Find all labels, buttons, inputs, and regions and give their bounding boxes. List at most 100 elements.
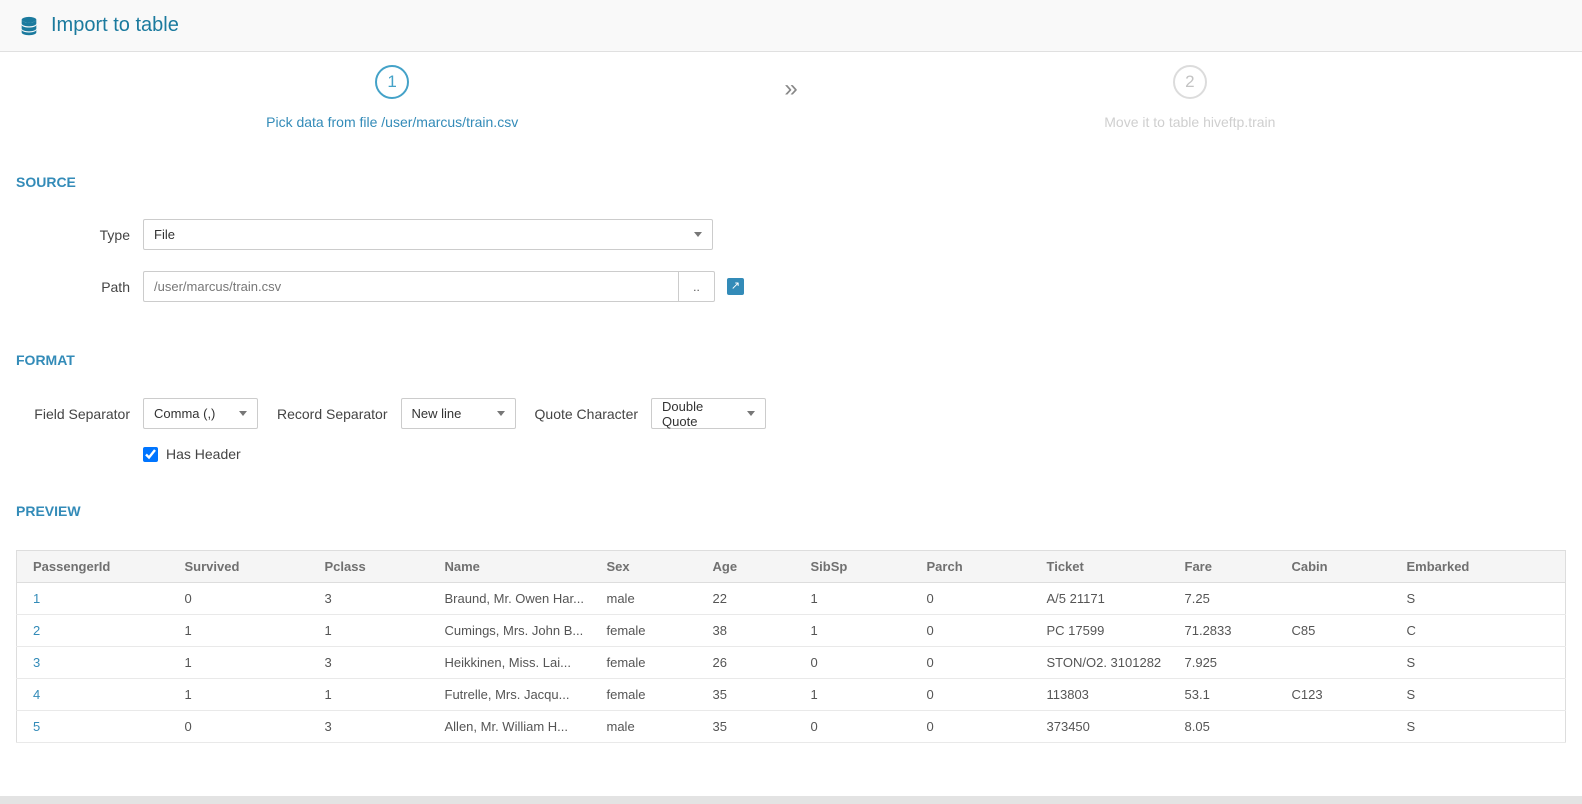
column-header: Pclass — [314, 550, 435, 583]
table-cell: Heikkinen, Miss. Lai... — [434, 646, 597, 679]
has-header-checkbox[interactable] — [143, 446, 158, 462]
table-cell: 4 — [16, 678, 175, 711]
table-cell: 1 — [16, 582, 175, 615]
field-separator-value: Comma (,) — [154, 406, 216, 421]
double-chevron-icon: » — [784, 75, 798, 102]
wizard-step-2[interactable]: 2 Move it to table hiveftp.train — [798, 65, 1582, 130]
table-cell: 0 — [916, 582, 1037, 615]
table-cell: Cumings, Mrs. John B... — [434, 614, 597, 647]
wizard-step-1[interactable]: 1 Pick data from file /user/marcus/train… — [0, 65, 784, 130]
table-cell: 35 — [702, 710, 801, 743]
column-header: Age — [702, 550, 801, 583]
table-cell: 53.1 — [1174, 678, 1282, 711]
wizard-steps: 1 Pick data from file /user/marcus/train… — [0, 52, 1582, 130]
table-cell: 2 — [16, 614, 175, 647]
quote-character-label: Quote Character — [534, 405, 639, 422]
table-cell: 3 — [314, 646, 435, 679]
caret-down-icon — [694, 232, 702, 237]
table-cell: 1 — [174, 678, 315, 711]
open-in-filebrowser-icon[interactable]: ↗ — [727, 278, 744, 295]
table-cell — [1281, 710, 1397, 743]
table-cell: female — [596, 646, 703, 679]
table-cell: A/5 21171 — [1036, 582, 1175, 615]
table-cell: 1 — [314, 678, 435, 711]
caret-down-icon — [239, 411, 247, 416]
table-cell: 3 — [16, 646, 175, 679]
table-cell: 1 — [314, 614, 435, 647]
preview-table-body: 1 0 3 Braund, Mr. Owen Har... male 22 1 0 A/5 21… — [16, 582, 1566, 743]
table-cell: 0 — [174, 582, 315, 615]
table-cell: C85 — [1281, 614, 1397, 647]
table-cell: 1 — [174, 646, 315, 679]
table-cell: 373450 — [1036, 710, 1175, 743]
table-row: 4 1 1 Futrelle, Mrs. Jacqu... female 35 1 0 1138… — [16, 678, 1566, 711]
table-cell: 8.05 — [1174, 710, 1282, 743]
field-separator-select[interactable]: Comma (,) — [143, 398, 258, 429]
quote-character-select[interactable]: Double Quote — [651, 398, 767, 429]
format-section-heading: FORMAT — [16, 352, 75, 368]
table-cell: 0 — [916, 678, 1037, 711]
table-row: 3 1 3 Heikkinen, Miss. Lai... female 26 0 0 STON… — [16, 646, 1566, 679]
horizontal-scrollbar[interactable] — [0, 796, 1582, 804]
table-cell — [1281, 582, 1397, 615]
table-cell: Allen, Mr. William H... — [434, 710, 597, 743]
table-cell: 0 — [174, 710, 315, 743]
column-header: SibSp — [800, 550, 917, 583]
table-cell: 113803 — [1036, 678, 1175, 711]
record-separator-label: Record Separator — [277, 405, 388, 422]
table-cell: 1 — [174, 614, 315, 647]
column-header: Cabin — [1281, 550, 1397, 583]
table-cell: 38 — [702, 614, 801, 647]
record-separator-value: New line — [411, 406, 462, 421]
preview-table: PassengerId Survived Pclass Name Sex Age SibSp… — [16, 550, 1566, 743]
preview-header-row: PassengerId Survived Pclass Name Sex Age SibSp… — [16, 550, 1566, 583]
browse-button[interactable]: .. — [678, 271, 715, 302]
table-cell: S — [1396, 646, 1566, 679]
column-header: Parch — [916, 550, 1037, 583]
column-header: Sex — [596, 550, 703, 583]
type-select[interactable]: File — [143, 219, 713, 250]
step-1-circle: 1 — [375, 65, 410, 99]
record-separator-select[interactable]: New line — [400, 398, 516, 429]
column-header: Fare — [1174, 550, 1282, 583]
format-row: Field Separator Comma (,) Record Separat… — [16, 398, 1582, 429]
table-row: 1 0 3 Braund, Mr. Owen Har... male 22 1 0 A/5 21… — [16, 582, 1566, 615]
table-cell: 0 — [916, 710, 1037, 743]
table-cell: 0 — [800, 710, 917, 743]
table-cell: STON/O2. 3101282 — [1036, 646, 1175, 679]
column-header: PassengerId — [16, 550, 175, 583]
table-cell: 5 — [16, 710, 175, 743]
has-header-row: Has Header — [143, 446, 1582, 462]
topbar: Import to table — [0, 0, 1582, 52]
table-cell: 3 — [314, 710, 435, 743]
type-row: Type File — [16, 219, 1582, 250]
column-header: Embarked — [1396, 550, 1566, 583]
column-header: Ticket — [1036, 550, 1175, 583]
table-cell: male — [596, 710, 703, 743]
table-cell: 0 — [916, 614, 1037, 647]
table-cell: 3 — [314, 582, 435, 615]
table-cell: 35 — [702, 678, 801, 711]
caret-down-icon — [747, 411, 756, 416]
step-2-circle: 2 — [1172, 65, 1207, 99]
table-cell: S — [1396, 582, 1566, 615]
has-header-label: Has Header — [166, 446, 241, 462]
quote-character-value: Double Quote — [662, 398, 704, 429]
table-cell: 0 — [916, 646, 1037, 679]
table-row: 2 1 1 Cumings, Mrs. John B... female 38 1 0 PC 1… — [16, 614, 1566, 647]
table-cell: C123 — [1281, 678, 1397, 711]
path-label: Path — [101, 278, 130, 295]
column-header: Survived — [174, 550, 315, 583]
step-1-label: Pick data from file /user/marcus/train.c… — [266, 114, 519, 130]
table-cell: 1 — [800, 678, 917, 711]
table-cell: female — [596, 614, 703, 647]
table-cell: male — [596, 582, 703, 615]
step-2-label: Move it to table hiveftp.train — [1104, 114, 1276, 130]
table-cell: S — [1396, 710, 1566, 743]
column-header: Name — [434, 550, 597, 583]
table-cell — [1281, 646, 1397, 679]
path-input[interactable] — [143, 271, 678, 302]
table-cell: 1 — [800, 614, 917, 647]
path-input-group: .. — [143, 271, 715, 302]
table-cell: 71.2833 — [1174, 614, 1282, 647]
